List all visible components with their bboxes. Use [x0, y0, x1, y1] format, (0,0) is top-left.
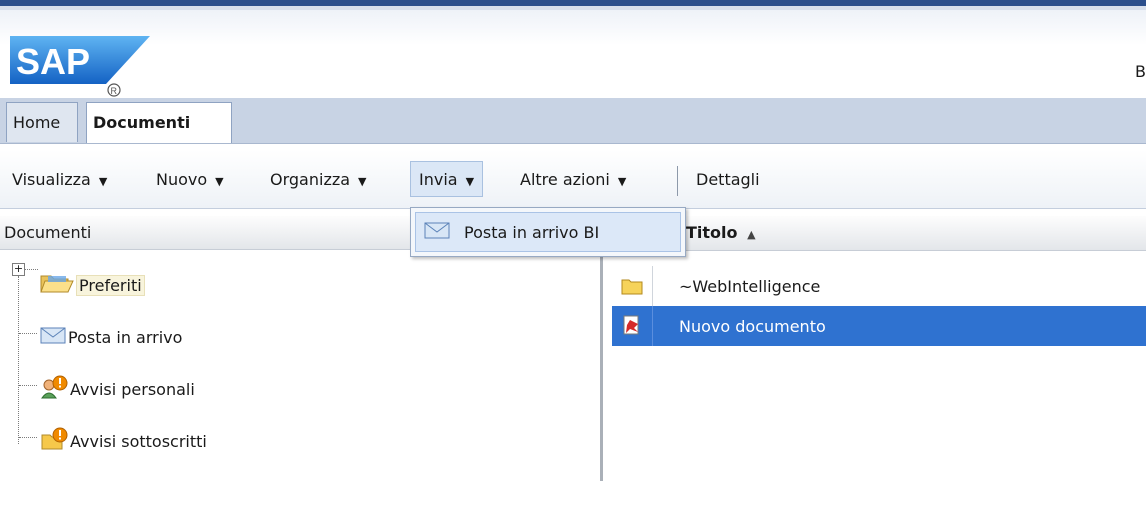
tree-item-preferiti[interactable]: Preferiti	[40, 270, 145, 300]
visualizza-label: Visualizza	[12, 170, 91, 189]
list-column-header: Titolo ▲	[612, 216, 1146, 251]
organizza-menu-button[interactable]: Organizza ▼	[270, 166, 367, 194]
menu-item-label: Posta in arrivo BI	[464, 222, 600, 242]
tree-item-label: Preferiti	[76, 274, 145, 296]
nuovo-menu-button[interactable]: Nuovo ▼	[156, 166, 224, 194]
toolbar: Visualizza ▼ Nuovo ▼ Organizza ▼ Invia ▼ Alt…	[0, 150, 1146, 209]
svg-text:R: R	[111, 86, 118, 96]
tree-connector	[24, 269, 38, 270]
chevron-down-icon: ▼	[465, 175, 475, 188]
menu-item-posta-in-arrivo-bi[interactable]: Posta in arrivo BI	[415, 212, 681, 252]
chevron-down-icon: ▼	[617, 175, 627, 188]
list-item-title: ~WebIntelligence	[679, 276, 821, 296]
chevron-down-icon: ▼	[215, 175, 224, 188]
tree-item-label: Posta in arrivo	[68, 327, 183, 347]
tree-item-label: Avvisi sottoscritti	[70, 431, 207, 451]
folder-icon	[612, 266, 653, 306]
nuovo-label: Nuovo	[156, 170, 208, 189]
organizza-label: Organizza	[270, 170, 351, 189]
tab-bar: Home Documenti	[0, 98, 1146, 144]
tree-connector	[19, 333, 37, 334]
list-item-webintelligence[interactable]: ~WebIntelligence	[612, 266, 1146, 306]
invia-menu-button[interactable]: Invia ▼	[410, 161, 484, 197]
sap-logo-text: SAP	[16, 41, 90, 82]
tab-home[interactable]: Home	[6, 102, 78, 142]
header-user-text: B	[1135, 62, 1146, 81]
sort-asc-icon: ▲	[747, 228, 756, 241]
tab-documenti[interactable]: Documenti	[86, 102, 232, 143]
invia-label: Invia	[419, 170, 458, 189]
document-tree: + Preferiti Posta in arrivo Avvisi perso…	[0, 250, 600, 511]
chevron-down-icon: ▼	[98, 175, 108, 188]
chevron-down-icon: ▼	[358, 175, 367, 188]
subscribed-alert-icon	[40, 427, 68, 455]
tree-connector	[19, 437, 37, 438]
altre-azioni-menu-button[interactable]: Altre azioni ▼	[520, 166, 626, 194]
visualizza-menu-button[interactable]: Visualizza ▼	[12, 166, 107, 194]
column-titolo-header[interactable]: Titolo ▲	[686, 216, 756, 250]
document-list: Titolo ▲ ~WebIntelligence Nuovo document…	[612, 216, 1146, 511]
list-item-nuovo-documento[interactable]: Nuovo documento	[612, 306, 1146, 346]
column-title-label: Titolo	[686, 223, 738, 242]
dettagli-button[interactable]: Dettagli	[696, 166, 760, 194]
toolbar-separator	[677, 166, 678, 196]
open-folder-icon	[40, 272, 74, 298]
sap-logo: SAP R	[10, 36, 150, 102]
tree-connector	[18, 276, 19, 444]
app-header: SAP R B	[0, 10, 1146, 98]
panel-splitter[interactable]	[600, 250, 603, 481]
envelope-icon	[40, 325, 66, 349]
tree-item-posta-in-arrivo[interactable]: Posta in arrivo	[40, 322, 182, 352]
tree-connector	[19, 385, 37, 386]
personal-alert-icon	[40, 375, 68, 403]
tree-item-label: Avvisi personali	[70, 379, 195, 399]
invia-dropdown-menu: Posta in arrivo BI	[410, 207, 686, 257]
envelope-icon	[424, 220, 450, 244]
webi-document-icon	[612, 306, 653, 346]
tree-item-avvisi-sottoscritti[interactable]: Avvisi sottoscritti	[40, 426, 207, 456]
altre-azioni-label: Altre azioni	[520, 170, 610, 189]
tree-item-avvisi-personali[interactable]: Avvisi personali	[40, 374, 195, 404]
list-item-title: Nuovo documento	[679, 316, 826, 336]
